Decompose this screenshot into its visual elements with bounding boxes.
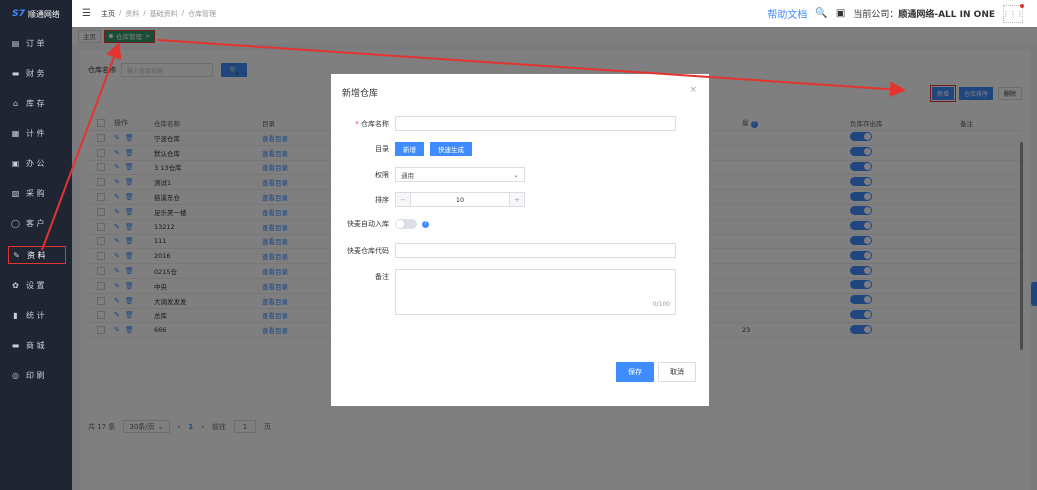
sidebar-item-purchase[interactable]: ▧ 采 购 [8,184,66,202]
sidebar-item-print[interactable]: ◎ 印 刷 [8,366,66,384]
sidebar-item-order[interactable]: ▤ 订 单 [8,34,66,52]
new-warehouse-dialog: 新增仓库 × * 仓库名称 目录 新增 快速生成 权限 通用 ⌄ 排序 − 10… [331,74,709,406]
breadcrumb-data[interactable]: 资料 [125,9,139,19]
sidebar-item-settings[interactable]: ✿ 设 置 [8,276,66,294]
sort-value[interactable]: 10 [411,196,509,204]
purchase-icon: ▧ [11,188,20,198]
breadcrumb-separator: / [143,8,146,17]
permission-value: 通用 [401,171,414,180]
sidebar-item-finance[interactable]: ▬ 财 务 [8,64,66,82]
breadcrumb-home[interactable]: 主页 [101,9,115,19]
notification-dot [1020,3,1024,8]
sidebar-item-piecework[interactable]: ▦ 计 件 [8,124,66,142]
data-icon: ✎ [13,250,20,260]
breadcrumb-basic-data[interactable]: 基础资料 [150,9,178,19]
print-icon: ◎ [12,370,19,380]
company-prefix: 当前公司： [853,10,899,20]
name-label: * 仓库名称 [331,119,395,129]
help-icon[interactable]: ? [422,220,429,228]
sidebar-item-label: 库 存 [26,98,45,108]
sidebar-item-label: 印 刷 [26,370,45,380]
sidebar-item-label: 订 单 [26,38,45,48]
sort-label: 排序 [375,195,389,204]
cancel-button[interactable]: 取消 [658,362,696,382]
customer-icon: ◯ [11,218,20,228]
logo-mark-icon: S7 [12,9,25,19]
apps-glyph: ⋮⋮⋮ [1002,9,1024,18]
menu-toggle-icon[interactable]: ☰ [82,8,91,19]
auto-inbound-label: 快麦自动入库 [347,220,389,228]
logo[interactable]: S7 顺通网络 [0,0,72,28]
sidebar-item-label: 设 置 [26,280,45,290]
char-counter: 0/100 [652,301,670,308]
dir-new-button[interactable]: 新增 [395,142,424,156]
warehouse-code-input[interactable] [395,243,676,258]
sidebar-item-mall[interactable]: ▬ 商 城 [8,336,66,354]
sidebar-item-label: 客 户 [26,218,45,228]
code-label: 快麦仓库代码 [347,246,389,255]
sidebar-item-label: 商 城 [26,340,45,350]
sidebar: S7 顺通网络 ▤ 订 单 ▬ 财 务 ⌂ 库 存 ▦ 计 件 ▣ 办 公 ▧ 采 购 ◯ 客 户 ✎ 资 料… [0,0,72,490]
decrement-button[interactable]: − [396,193,411,206]
permission-select[interactable]: 通用 ⌄ [395,167,525,182]
logo-text: 顺通网络 [27,9,60,19]
current-company: 当前公司：顺通网络-ALL IN ONE [853,7,995,20]
sidebar-item-label: 办 公 [26,158,45,168]
inventory-icon: ⌂ [12,98,19,108]
breadcrumb-separator: / [118,8,122,17]
sidebar-item-label: 采 购 [26,188,45,198]
dialog-title: 新增仓库 [342,89,379,99]
sidebar-item-inventory[interactable]: ⌂ 库 存 [8,94,66,112]
warehouse-name-input[interactable] [395,116,676,131]
mall-icon: ▬ [11,340,20,350]
note-label: 备注 [375,273,389,281]
sidebar-item-label: 财 务 [26,68,45,78]
apps-icon[interactable]: ⋮⋮⋮ [1002,3,1024,23]
auto-inbound-toggle[interactable] [395,219,417,229]
piecework-icon: ▦ [11,128,20,138]
finance-icon: ▬ [11,68,20,78]
sidebar-item-label: 统 计 [26,310,45,320]
help-docs-link[interactable]: 帮助文档 [767,6,807,21]
save-button[interactable]: 保存 [616,362,654,382]
sidebar-item-label: 计 件 [26,128,45,138]
search-icon[interactable]: 🔍 [815,8,827,19]
settings-icon: ✿ [12,280,19,290]
name-label-text: 仓库名称 [361,119,389,128]
statistics-icon: ▮ [13,310,18,320]
dir-label: 目录 [375,145,389,153]
dir-quick-generate-button[interactable]: 快速生成 [430,142,472,156]
breadcrumb-separator: / [181,8,185,17]
close-icon[interactable]: × [689,85,697,95]
office-icon: ▣ [11,158,20,168]
company-name: 顺通网络-ALL IN ONE [898,10,995,20]
note-textarea[interactable]: 0/100 [395,269,676,315]
screen-icon[interactable]: ▣ [836,8,845,19]
sidebar-item-customer[interactable]: ◯ 客 户 [8,214,66,232]
sort-stepper: − 10 + [395,192,525,207]
order-icon: ▤ [11,38,20,48]
top-header: ☰ 主页 / 资料 / 基础资料 / 仓库管理 帮助文档 🔍 ▣ 当前公司：顺通… [72,0,1037,27]
breadcrumb: 主页 / 资料 / 基础资料 / 仓库管理 [101,9,216,19]
breadcrumb-warehouse: 仓库管理 [188,9,217,18]
sidebar-item-label: 资 料 [27,250,46,260]
sidebar-item-data[interactable]: ✎ 资 料 [8,246,66,264]
sidebar-item-office[interactable]: ▣ 办 公 [8,154,66,172]
chevron-down-icon: ⌄ [513,170,519,179]
sidebar-item-statistics[interactable]: ▮ 统 计 [8,306,66,324]
perm-label: 权限 [375,170,389,179]
increment-button[interactable]: + [509,193,524,206]
